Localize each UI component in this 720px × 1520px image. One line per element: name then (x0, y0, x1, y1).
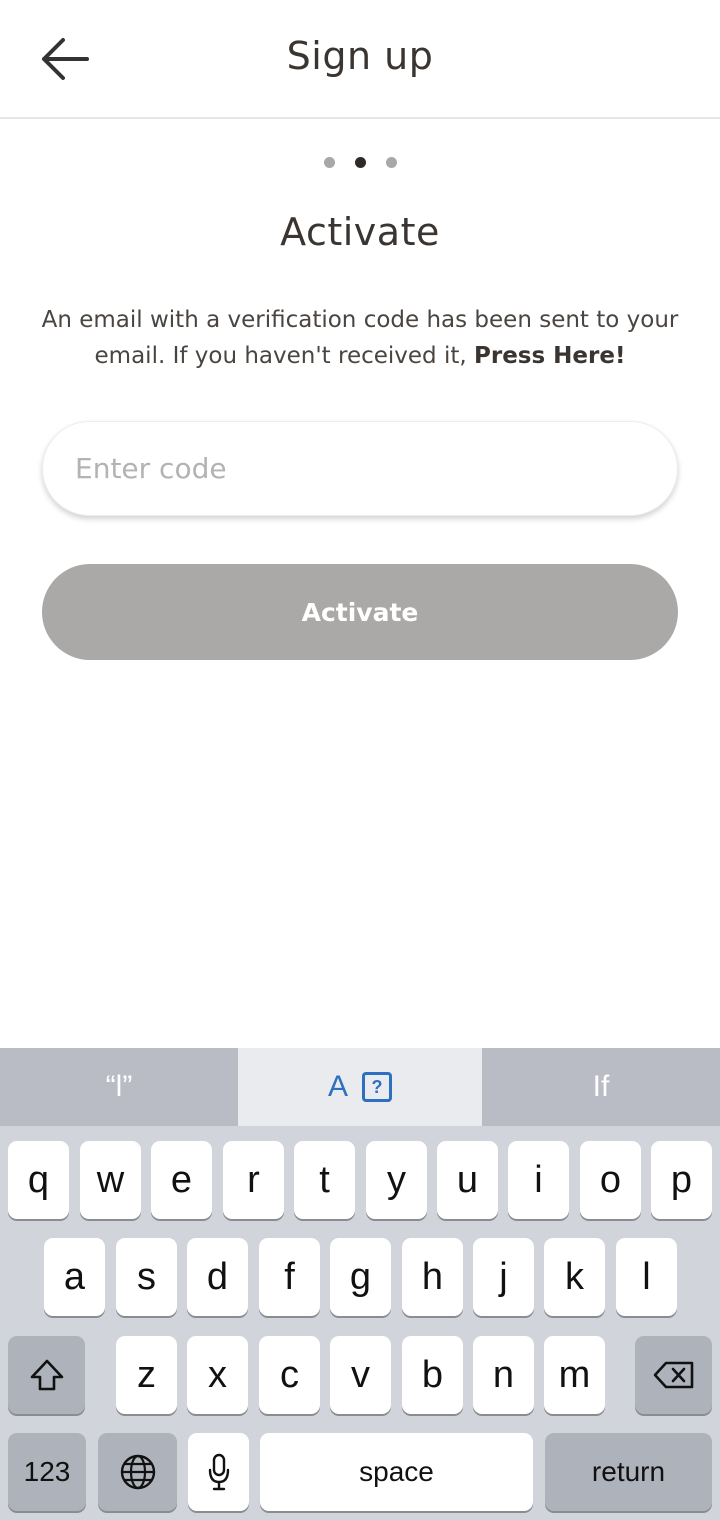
key-z[interactable]: z (116, 1336, 177, 1414)
microphone-icon (208, 1453, 229, 1491)
key-a[interactable]: a (44, 1238, 105, 1316)
globe-key[interactable] (98, 1433, 177, 1511)
globe-icon (120, 1454, 155, 1490)
keyboard: “l” A ? If q w e r t y u i o p a s d f g… (0, 1048, 720, 1520)
shift-key[interactable] (8, 1336, 85, 1414)
key-k[interactable]: k (544, 1238, 605, 1316)
microphone-key[interactable] (188, 1433, 249, 1511)
suggestion-2-label: A (327, 1070, 348, 1103)
key-u[interactable]: u (437, 1141, 498, 1219)
key-l[interactable]: l (616, 1238, 677, 1316)
key-q[interactable]: q (8, 1141, 69, 1219)
key-r[interactable]: r (223, 1141, 284, 1219)
key-g[interactable]: g (330, 1238, 391, 1316)
space-key[interactable]: space (260, 1433, 533, 1511)
suggestion-bar: “l” A ? If (0, 1048, 720, 1126)
section-heading: Activate (280, 210, 440, 254)
key-h[interactable]: h (402, 1238, 463, 1316)
key-s[interactable]: s (116, 1238, 177, 1316)
step-dot-3 (385, 157, 397, 168)
step-dot-1 (323, 157, 335, 168)
suggestion-3[interactable]: If (482, 1048, 720, 1126)
key-o[interactable]: o (580, 1141, 641, 1219)
key-x[interactable]: x (187, 1336, 248, 1414)
key-n[interactable]: n (473, 1336, 534, 1414)
code-input[interactable] (42, 421, 678, 516)
suggestion-2[interactable]: A ? (238, 1048, 482, 1126)
key-y[interactable]: y (366, 1141, 427, 1219)
page-title: Sign up (286, 34, 434, 78)
activate-button[interactable]: Activate (42, 564, 678, 660)
key-i[interactable]: i (508, 1141, 569, 1219)
backspace-icon (653, 1361, 693, 1389)
step-indicator (0, 157, 720, 168)
numbers-key[interactable]: 123 (8, 1433, 86, 1511)
key-e[interactable]: e (151, 1141, 212, 1219)
verification-description: An email with a verification code has be… (40, 302, 680, 374)
header-bar: Sign up (0, 0, 720, 119)
key-v[interactable]: v (330, 1336, 391, 1414)
return-key[interactable]: return (545, 1433, 712, 1511)
shift-icon (30, 1359, 63, 1391)
resend-link[interactable]: Press Here! (474, 343, 625, 369)
key-p[interactable]: p (651, 1141, 712, 1219)
backspace-key[interactable] (635, 1336, 712, 1414)
key-w[interactable]: w (80, 1141, 141, 1219)
key-c[interactable]: c (259, 1336, 320, 1414)
key-b[interactable]: b (402, 1336, 463, 1414)
key-t[interactable]: t (294, 1141, 355, 1219)
suggestion-1[interactable]: “l” (0, 1048, 238, 1126)
key-f[interactable]: f (259, 1238, 320, 1316)
key-j[interactable]: j (473, 1238, 534, 1316)
step-dot-2-active (354, 157, 366, 168)
key-m[interactable]: m (544, 1336, 605, 1414)
question-box-icon: ? (362, 1072, 392, 1102)
key-d[interactable]: d (187, 1238, 248, 1316)
